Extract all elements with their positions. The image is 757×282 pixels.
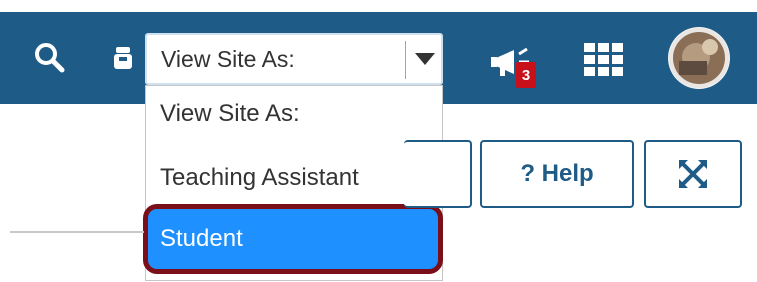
search-icon	[35, 43, 65, 73]
view-site-as-select[interactable]: View Site As:	[145, 33, 443, 85]
grid-icon	[584, 43, 623, 76]
chevron-down-icon[interactable]	[413, 50, 437, 68]
notification-count-badge: 3	[516, 62, 536, 88]
role-switch-icon	[110, 43, 136, 73]
content-divider	[10, 231, 144, 233]
dropdown-option-view-site-as[interactable]: View Site As:	[146, 100, 444, 128]
toolbar-button-partial[interactable]	[404, 140, 472, 208]
expand-button[interactable]	[644, 140, 742, 208]
user-avatar[interactable]	[668, 27, 730, 89]
select-divider	[405, 41, 406, 79]
dropdown-option-student[interactable]: Student	[143, 204, 443, 274]
expand-icon	[679, 160, 707, 188]
dropdown-option-teaching-assistant[interactable]: Teaching Assistant	[146, 164, 444, 192]
help-button[interactable]: ? Help	[480, 140, 634, 208]
search-button[interactable]	[28, 36, 70, 78]
apps-menu-button[interactable]	[576, 36, 632, 82]
view-site-as-selected-value: View Site As:	[161, 46, 295, 72]
